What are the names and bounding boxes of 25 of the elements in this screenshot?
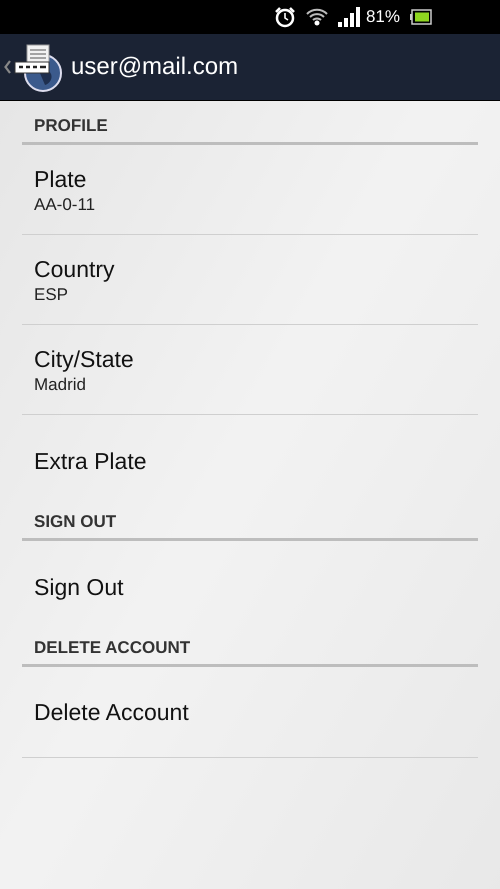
preference-title: Extra Plate: [34, 446, 148, 476]
section-header: DELETE ACCOUNT: [34, 636, 190, 658]
section-header: SIGN OUT: [34, 510, 116, 532]
alarm-clock-icon: [274, 6, 296, 28]
preference-summary: Madrid: [34, 374, 87, 396]
preference-title: Plate: [34, 164, 88, 194]
preference-item[interactable]: Plate AA-0-11: [22, 145, 478, 235]
preference-title: City/State: [34, 344, 135, 374]
preference-item[interactable]: Sign Out: [22, 541, 478, 632]
battery-icon: [410, 9, 432, 25]
preference-item[interactable]: Extra Plate: [22, 415, 478, 506]
preference-title: Country: [34, 254, 116, 284]
preference-summary: AA-0-11: [34, 194, 96, 216]
preference-summary: ESP: [34, 284, 70, 306]
preference-title: Sign Out: [34, 572, 124, 602]
preference-item[interactable]: Country ESP: [22, 235, 478, 325]
preference-title: Delete Account: [34, 698, 190, 727]
preference-item[interactable]: Delete Account: [22, 667, 478, 758]
signal-icon: [338, 7, 360, 27]
section-header: PROFILE: [34, 114, 108, 136]
preference-item[interactable]: City/State Madrid: [22, 325, 478, 415]
caret-icon[interactable]: [4, 60, 11, 74]
wifi-icon: [306, 7, 328, 27]
battery-percent: 81%: [366, 6, 400, 28]
account-title: user@mail.com: [71, 52, 238, 82]
